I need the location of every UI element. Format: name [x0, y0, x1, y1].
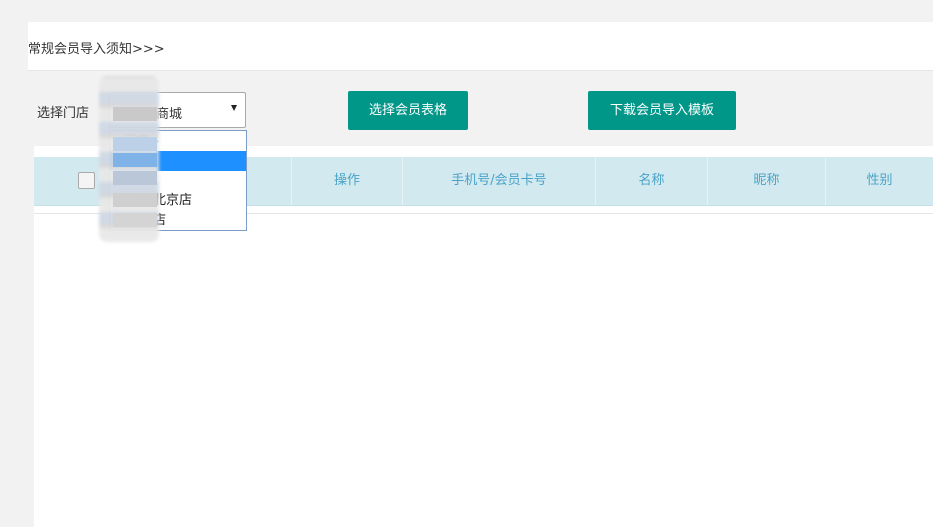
column-header-phone: 手机号/会员卡号	[403, 157, 596, 205]
column-header-gender: 性别	[866, 173, 893, 188]
download-template-button[interactable]: 下载会员导入模板	[588, 91, 736, 130]
import-notice-link[interactable]: 常规会员导入须知>>>	[28, 38, 165, 57]
redaction-block	[113, 137, 157, 151]
redaction-block	[113, 213, 157, 227]
column-header-nickname: 昵称	[708, 157, 826, 205]
column-header-name: 名称	[596, 157, 708, 205]
redaction-block	[113, 107, 157, 121]
select-member-sheet-button[interactable]: 选择会员表格	[348, 91, 468, 130]
column-header-operation: 操作	[292, 157, 403, 205]
redaction-block	[113, 193, 157, 207]
store-select-label: 选择门店	[37, 106, 90, 121]
redaction-block	[113, 171, 157, 185]
checkbox-icon[interactable]	[78, 172, 95, 189]
redaction-block	[113, 153, 157, 167]
member-import-page: 常规会员导入须知>>> 选择门店 织木商城 选择会员表格 下载会员导入模板 操作…	[0, 0, 933, 527]
notice-bar: 常规会员导入须知>>>	[28, 22, 933, 71]
caret-down-icon	[231, 105, 237, 111]
